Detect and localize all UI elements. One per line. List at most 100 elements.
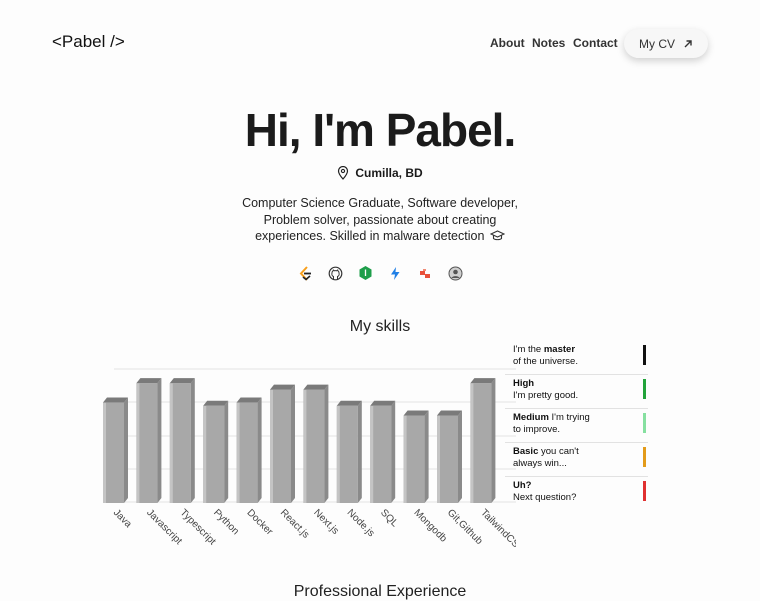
bar-highlight: [236, 402, 240, 503]
level-master-strong: master: [543, 344, 576, 355]
bar-front: [103, 402, 124, 503]
x-tick-label: React.js: [278, 507, 311, 540]
map-pin-icon: [338, 166, 349, 180]
location-text: Cumilla, BD: [355, 166, 423, 180]
nav-about[interactable]: About: [490, 36, 525, 50]
bar-side: [257, 397, 262, 503]
avatar-icon[interactable]: [447, 265, 463, 281]
nav-notes[interactable]: Notes: [532, 36, 565, 50]
bar-front: [403, 415, 425, 503]
bar-top: [236, 397, 262, 403]
bar-highlight: [136, 383, 140, 503]
level-master-desc: of the universe.: [513, 356, 578, 367]
bar-highlight: [437, 415, 440, 503]
bar-next-js: [303, 384, 329, 503]
social-links: [0, 265, 760, 281]
bar-react-js: [270, 384, 295, 503]
level-uh-desc: Next question?: [513, 492, 577, 503]
bar-top: [336, 400, 362, 406]
level-medium-desc: to improve.: [513, 424, 560, 435]
bio-text: Computer Science Graduate, Software deve…: [242, 196, 518, 243]
bar-node-js: [336, 400, 362, 503]
level-basic-color-bar: [643, 447, 646, 467]
bar-front: [203, 405, 225, 503]
bar-highlight: [203, 405, 207, 503]
level-high-desc: I'm pretty good.: [513, 390, 579, 401]
bar-front: [437, 415, 458, 503]
nodejs-icon[interactable]: [357, 265, 373, 281]
site-logo[interactable]: <Pabel />: [52, 32, 125, 52]
bar-highlight: [470, 383, 474, 503]
bar-highlight: [336, 405, 340, 503]
bar-highlight: [270, 389, 273, 503]
skills-bar-chart: Java JavascriptTypescriptPython Docker Reac…: [103, 368, 516, 553]
bio: Computer Science Graduate, Software deve…: [230, 195, 530, 245]
x-tick-label: TailwindCSS: [478, 507, 516, 553]
bar-top: [136, 378, 162, 384]
level-high: High I'm pretty good.: [505, 374, 648, 408]
bar-highlight: [303, 389, 307, 503]
bar-front: [136, 383, 158, 503]
my-cv-button[interactable]: My CV: [624, 29, 708, 58]
x-tick-label: SQL: [378, 507, 400, 529]
level-basic: Basic you can't always win...: [505, 442, 648, 476]
bar-side: [391, 400, 396, 503]
bar-side: [190, 378, 195, 503]
bar-mongodb: [403, 410, 429, 503]
level-high-strong: High: [513, 378, 535, 389]
bar-git-github: [437, 410, 462, 503]
bar-top: [169, 378, 195, 384]
bar-side: [224, 400, 229, 503]
bar-java: [103, 397, 128, 503]
bar-side: [157, 378, 162, 503]
bar-top: [103, 397, 128, 403]
level-master-color-bar: [643, 345, 646, 365]
bar-sql: [370, 400, 396, 503]
experience-title: Professional Experience: [293, 583, 467, 600]
bar-top: [370, 400, 396, 406]
arrow-up-right-icon: [684, 39, 692, 47]
bar-front: [370, 405, 392, 503]
bar-tailwindcss: [470, 378, 496, 503]
x-tick-label: Next.js: [311, 507, 340, 536]
graduation-cap-icon: [489, 230, 506, 241]
x-tick-label: Node.js: [345, 507, 377, 539]
level-medium-color-bar: [643, 413, 646, 433]
codeforces-icon[interactable]: [417, 265, 433, 281]
level-master: I'm the master of the universe.: [505, 341, 648, 374]
github-icon[interactable]: [327, 265, 343, 281]
level-basic-rest: you can't: [538, 446, 579, 457]
skill-level-legend: I'm the master of the universe. High I'm p…: [505, 341, 648, 510]
bar-front: [303, 389, 325, 503]
level-medium: Medium I'm trying to improve.: [505, 408, 648, 442]
bar-python: [203, 400, 229, 503]
bar-front: [336, 405, 358, 503]
level-uh-color-bar: [643, 481, 646, 501]
bar-side: [357, 400, 362, 503]
hero-title: Hi, I'm Pabel.: [244, 104, 516, 156]
bar-top: [303, 384, 329, 390]
bar-top: [437, 410, 462, 416]
location: Cumilla, BD: [0, 166, 760, 180]
bar-front: [270, 389, 291, 503]
leetcode-icon[interactable]: [297, 265, 313, 281]
bar-top: [470, 378, 496, 384]
bar-side: [458, 410, 462, 503]
bar-top: [270, 384, 295, 390]
skills-title: My skills: [349, 318, 411, 335]
bar-javascript: [136, 378, 162, 503]
level-medium-strong: Medium: [513, 412, 549, 423]
bolt-icon[interactable]: [387, 265, 403, 281]
level-basic-strong: Basic: [513, 446, 539, 457]
bar-side: [324, 384, 329, 503]
bar-docker: [236, 397, 262, 503]
bar-highlight: [103, 402, 106, 503]
bar-highlight: [169, 383, 173, 503]
nav-contact[interactable]: Contact: [573, 36, 618, 50]
level-uh-strong: Uh?: [513, 480, 532, 491]
bar-front: [236, 402, 258, 503]
bar-highlight: [370, 405, 374, 503]
cv-label: My CV: [639, 36, 675, 51]
level-uh: Uh? Next question?: [505, 476, 648, 510]
bar-side: [424, 410, 429, 503]
